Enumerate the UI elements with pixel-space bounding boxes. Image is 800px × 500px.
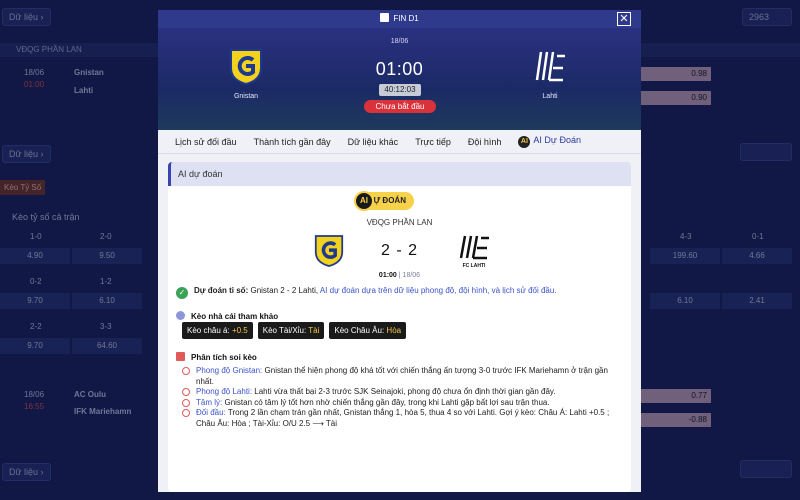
away-team[interactable]: Lahti [520, 48, 580, 100]
tab-recent-form[interactable]: Thành tích gần đây [254, 137, 331, 147]
ball-icon [182, 398, 190, 407]
home-team-name: Gnistan [233, 93, 259, 100]
ai-icon: AI [518, 136, 531, 148]
prediction-line: ✓ Dự đoán tỉ số: Gnistan 2 - 2 Lahti, AI … [176, 286, 557, 299]
tab-bar: Lịch sử đối đầu Thành tích gần đây Dữ li… [158, 130, 641, 154]
ball-icon [182, 367, 190, 375]
check-icon: ✓ [176, 287, 188, 299]
away-team-name: Lahti [542, 93, 558, 100]
analysis-item: Phong độ Gnistan: Gnistan thể hiện phong… [182, 366, 622, 387]
tab-lineup[interactable]: Đội hình [468, 137, 502, 147]
chip-asian-handicap[interactable]: Kèo châu á: +0.5 [182, 322, 253, 339]
predicted-score: 2 - 2 [380, 242, 418, 259]
lahti-logo-icon [459, 235, 489, 260]
ball-icon [182, 409, 190, 417]
ai-prediction-panel: AI dự đoán AI DỰ ĐOÁN VĐQG PHẦN LAN 2 - … [168, 162, 631, 492]
modal-title: FIN D1 [393, 14, 419, 23]
lahti-logo-text: FC LAHTI [462, 263, 486, 269]
ai-icon: AI [354, 191, 374, 211]
chip-over-under[interactable]: Kèo Tài/Xỉu: Tài [257, 322, 325, 339]
globe-icon [176, 311, 185, 320]
lahti-logo-icon [535, 51, 565, 82]
chart-icon [176, 352, 185, 361]
lahti-logo: FC LAHTI [454, 234, 494, 269]
match-modal: FIN D1 ✕ Gnistan 18/06 01:00 40:12:03 Ch… [158, 10, 641, 492]
tab-live[interactable]: Trực tiếp [415, 137, 451, 147]
odds-chips: Kèo châu á: +0.5 Kèo Tài/Xỉu: Tài Kèo Ch… [182, 322, 407, 339]
odds-title: Kèo nhà cái tham khảo [176, 311, 278, 321]
analysis-list: Phong độ Gnistan: Gnistan thể hiện phong… [182, 366, 622, 429]
analysis-item: Tâm lý: Gnistan có tâm lý tốt hơn nhờ ch… [182, 398, 622, 409]
ball-icon [182, 388, 190, 396]
tab-other-data[interactable]: Dữ liệu khác [348, 137, 399, 147]
prediction-pill: AI DỰ ĐOÁN [354, 191, 414, 211]
chip-european[interactable]: Kèo Châu Âu: Hòa [329, 322, 407, 339]
match-header: Gnistan 18/06 01:00 40:12:03 Chưa bắt đầ… [158, 28, 641, 130]
close-icon[interactable]: ✕ [617, 12, 631, 26]
league-logo-icon [380, 13, 390, 22]
panel-header: AI dự đoán [168, 162, 631, 186]
analysis-item: Đối đầu: Trong 2 lần chạm trán gần nhất,… [182, 408, 622, 429]
match-date: 18/06 [390, 38, 409, 45]
tab-ai-prediction[interactable]: AI AI Dự Đoán [518, 135, 581, 148]
analysis-item: Phong độ Lahti: Lahti vừa thất bại 2-3 t… [182, 387, 622, 398]
modal-titlebar: FIN D1 ✕ [158, 10, 641, 28]
league-name: VĐQG PHẦN LAN [366, 218, 433, 227]
kickoff: 01:00 | 18/06 [378, 272, 421, 279]
status-badge: Chưa bắt đầu [364, 100, 436, 113]
tab-head-to-head[interactable]: Lịch sử đối đầu [175, 137, 237, 147]
countdown: 40:12:03 [379, 84, 421, 96]
analysis-title: Phân tích soi kèo [176, 352, 257, 362]
